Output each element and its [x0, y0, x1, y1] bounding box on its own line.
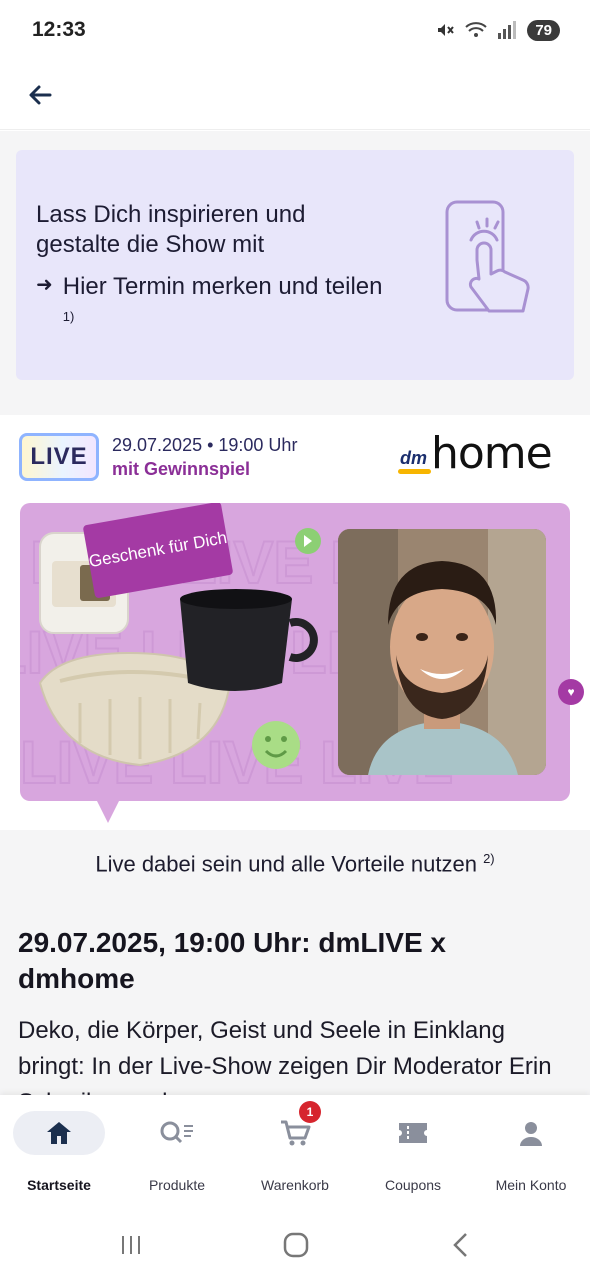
recent-apps-button[interactable] — [111, 1225, 151, 1265]
benefits-info: Live dabei sein und alle Vorteile nutzen… — [0, 851, 590, 877]
home-circle-icon — [283, 1232, 309, 1258]
product-search-icon — [160, 1121, 193, 1144]
nav-label-startseite: Startseite — [27, 1177, 91, 1193]
benefits-info-text: Live dabei sein und alle Vorteile nutzen — [95, 851, 477, 877]
nav-icon-container: 1 — [249, 1101, 341, 1155]
footnote-marker-1: 1) — [62, 309, 75, 324]
host-portrait-image — [338, 529, 546, 775]
cart-count-badge: 1 — [299, 1101, 321, 1123]
nav-label-warenkorb: Warenkorb — [261, 1177, 329, 1193]
status-bar: 12:33 79 — [0, 0, 590, 60]
save-date-link[interactable]: ➜ Hier Termin merken und teilen 1) — [36, 272, 396, 338]
save-date-link-label: Hier Termin merken und teilen — [62, 273, 383, 300]
article-body: Deko, die Körper, Geist und Seele in Ein… — [18, 1017, 552, 1095]
recent-apps-icon — [122, 1236, 140, 1254]
coupon-icon — [399, 1123, 427, 1143]
nav-label-mein-konto: Mein Konto — [495, 1177, 567, 1193]
article-title: 29.07.2025, 19:00 Uhr: dmLIVE x dmhome — [18, 927, 446, 994]
status-icons: 79 — [435, 19, 560, 41]
live-show-banner[interactable]: LIVE LIVE LIVE LIVE LIVE LIVE LIVE LIVE … — [20, 503, 570, 801]
nav-icon-container — [131, 1111, 223, 1155]
arrow-right-icon: ➜ — [36, 274, 53, 296]
system-back-button[interactable] — [441, 1225, 481, 1265]
live-subtitle: mit Gewinnspiel — [112, 459, 251, 479]
back-button[interactable] — [22, 77, 58, 113]
nav-label-coupons: Coupons — [384, 1177, 442, 1193]
nav-label-produkte: Produkte — [148, 1177, 206, 1193]
heart-icon[interactable]: ♥ — [558, 679, 584, 705]
nav-item-produkte[interactable]: Produkte — [118, 1111, 236, 1195]
nav-item-coupons[interactable]: Coupons — [354, 1111, 472, 1195]
back-arrow-icon — [29, 85, 52, 104]
bottom-navigation: Startseite Produkte 1 Warenkorb Coupons … — [0, 1095, 590, 1205]
dmhome-logo: dm home — [398, 428, 553, 479]
wifi-icon — [465, 22, 487, 37]
banner-pointer — [96, 799, 120, 823]
system-navigation-bar — [0, 1205, 590, 1279]
save-date-link-text: Hier Termin merken und teilen 1) — [63, 272, 396, 338]
home-logo-text: home — [431, 428, 553, 479]
account-icon — [520, 1122, 542, 1146]
nav-icon-container — [367, 1111, 459, 1155]
live-badge-text: LIVE — [30, 443, 88, 470]
nav-item-mein-konto[interactable]: Mein Konto — [472, 1111, 590, 1195]
home-system-button[interactable] — [276, 1225, 316, 1265]
signal-icon — [498, 21, 517, 39]
live-badge: LIVE — [19, 433, 99, 481]
nav-icon-container — [13, 1111, 105, 1155]
promo-title: Lass Dich inspirieren und gestalte die S… — [36, 201, 306, 258]
dm-logo-mark: dm — [398, 448, 431, 474]
phone-tap-icon — [445, 200, 530, 313]
mute-icon — [438, 24, 455, 36]
content-area[interactable]: Lass Dich inspirieren und gestalte die S… — [0, 131, 590, 1095]
app-header — [0, 60, 590, 130]
back-chevron-icon — [453, 1233, 467, 1257]
footnote-marker-2: 2) — [483, 851, 495, 866]
status-time: 12:33 — [32, 18, 86, 41]
battery-indicator: 79 — [527, 19, 560, 41]
live-date-time: 29.07.2025 • 19:00 Uhr — [112, 435, 298, 455]
nav-item-startseite[interactable]: Startseite — [0, 1111, 118, 1195]
nav-icon-container — [485, 1111, 577, 1155]
host-photo — [338, 529, 546, 775]
cart-icon — [281, 1120, 311, 1146]
live-show-card[interactable]: LIVE 29.07.2025 • 19:00 Uhr mit Gewinnsp… — [0, 415, 590, 830]
nav-item-warenkorb[interactable]: 1 Warenkorb — [236, 1101, 354, 1195]
promo-card[interactable]: Lass Dich inspirieren und gestalte die S… — [16, 150, 574, 380]
home-icon — [47, 1122, 71, 1144]
